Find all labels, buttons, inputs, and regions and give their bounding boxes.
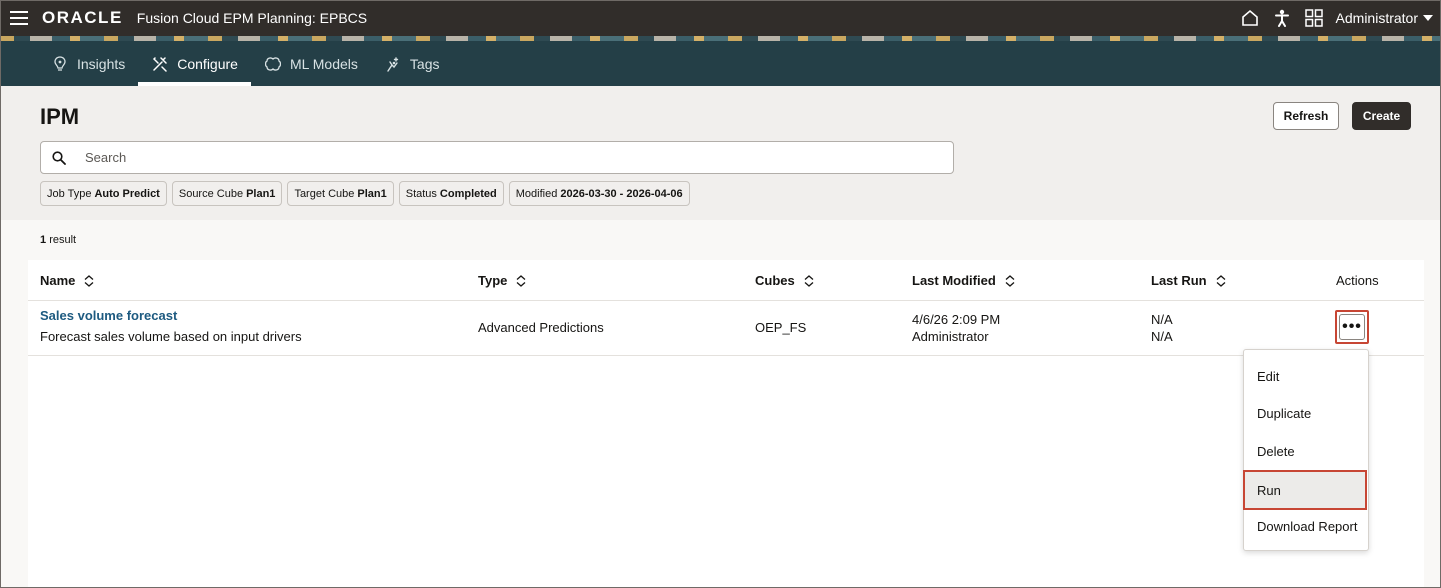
column-header-last-run[interactable]: Last Run <box>1151 260 1226 301</box>
caret-down-icon <box>1423 15 1433 21</box>
column-label: Last Run <box>1151 273 1207 288</box>
sort-icon[interactable] <box>1216 274 1226 287</box>
column-label: Type <box>478 273 508 288</box>
column-header-cubes[interactable]: Cubes <box>755 260 814 301</box>
tab-tags[interactable]: Tags <box>371 41 453 86</box>
column-label: Last Modified <box>912 273 996 288</box>
column-label: Name <box>40 273 76 288</box>
menu-item-edit[interactable]: Edit <box>1244 357 1368 395</box>
oracle-logo[interactable]: ORACLE <box>42 8 123 28</box>
actions-menu: Edit Duplicate Delete Download Report <box>1243 349 1369 551</box>
menu-item-run[interactable]: Run <box>1243 470 1367 510</box>
result-count: 1 result <box>40 234 77 246</box>
results-table: Name Type Cubes Last Modified Last Run A… <box>28 260 1424 588</box>
row-modified-date: 4/6/26 2:09 PM <box>912 312 1001 327</box>
row-cubes: OEP_FS <box>755 320 807 335</box>
home-icon[interactable] <box>1234 0 1266 36</box>
chip-key: Modified <box>515 187 558 200</box>
row-type: Advanced Predictions <box>478 320 604 335</box>
column-header-type[interactable]: Type <box>478 260 526 301</box>
row-actions-button[interactable]: ••• <box>1335 310 1369 344</box>
page-title: IPM <box>40 104 80 129</box>
divider <box>28 300 1424 301</box>
row-modified-by: Administrator <box>912 329 989 344</box>
refresh-button[interactable]: Refresh <box>1273 102 1339 130</box>
filter-chip-job-type[interactable]: Job Type Auto Predict <box>40 181 167 206</box>
chip-key: Source Cube <box>178 187 244 200</box>
row-last-run: N/A <box>1151 312 1173 327</box>
column-header-name[interactable]: Name <box>40 260 94 301</box>
row-last-run-by: N/A <box>1151 329 1173 344</box>
sparkle-person-icon <box>384 55 402 73</box>
filter-chip-status[interactable]: Status Completed <box>398 181 504 206</box>
chip-value: Auto Predict <box>94 187 160 200</box>
tab-label: ML Models <box>289 55 358 72</box>
tab-label: Tags <box>409 55 440 72</box>
main-nav: Insights Configure ML Models Tags <box>0 41 1441 86</box>
filter-chip-target-cube[interactable]: Target Cube Plan1 <box>287 181 394 206</box>
apps-grid-icon[interactable] <box>1298 0 1330 36</box>
chip-key: Target Cube <box>294 187 355 200</box>
column-header-last-modified[interactable]: Last Modified <box>912 260 1015 301</box>
page-header: IPM Refresh Create Job TypeAuto Predict … <box>0 86 1441 220</box>
divider <box>28 355 1424 356</box>
tab-configure[interactable]: Configure <box>138 41 251 86</box>
user-name: Administrator <box>1335 10 1418 26</box>
results-area: 1 result Name Type Cubes Last Modified L… <box>0 220 1441 588</box>
tab-insights[interactable]: Insights <box>38 41 138 86</box>
lightbulb-pin-icon <box>51 55 69 73</box>
tab-label: Insights <box>77 55 126 72</box>
accessibility-person-icon[interactable] <box>1266 0 1298 36</box>
chip-value: Plan1 <box>246 187 276 200</box>
tab-ml-models[interactable]: ML Models <box>251 41 371 86</box>
tab-label: Configure <box>177 55 238 72</box>
tools-icon <box>151 55 169 73</box>
chip-value: Completed <box>439 187 497 200</box>
menu-item-download-report[interactable]: Download Report <box>1244 507 1368 545</box>
top-bar: ORACLE Fusion Cloud EPM Planning: EPBCS … <box>0 0 1441 36</box>
chip-value: 2026-03-30 - 2026-04-06 <box>560 187 683 200</box>
search-input[interactable] <box>85 150 885 165</box>
sort-icon[interactable] <box>516 274 526 287</box>
create-button[interactable]: Create <box>1352 102 1411 130</box>
search-box <box>40 141 954 174</box>
chip-key: Job Type <box>47 187 92 200</box>
search-icon <box>41 150 77 165</box>
brain-icon <box>264 55 282 73</box>
row-name-link[interactable]: Sales volume forecast <box>40 307 177 324</box>
column-label: Cubes <box>755 273 795 288</box>
sort-icon[interactable] <box>1005 274 1015 287</box>
filter-chip-modified[interactable]: Modified 2026-03-30 - 2026-04-06 <box>508 181 690 206</box>
sort-icon[interactable] <box>804 274 814 287</box>
app-title: Fusion Cloud EPM Planning: EPBCS <box>136 10 368 26</box>
menu-item-duplicate[interactable]: Duplicate <box>1244 394 1368 432</box>
filter-chip-source-cube[interactable]: Source Cube Plan1 <box>171 181 283 206</box>
hamburger-menu-icon[interactable] <box>0 0 38 36</box>
row-description: Forecast sales volume based on input dri… <box>40 329 302 344</box>
column-label: Actions <box>1336 273 1379 288</box>
filter-chips: Job Type Auto Predict Source Cube Plan1 Ta… <box>40 181 690 206</box>
more-options-icon: ••• <box>1339 314 1365 340</box>
chip-value: Plan1 <box>357 187 387 200</box>
sort-icon[interactable] <box>84 274 94 287</box>
user-menu[interactable]: Administrator <box>1336 10 1433 26</box>
chip-key: Status <box>405 187 437 200</box>
column-header-actions: Actions <box>1336 260 1379 301</box>
menu-item-delete[interactable]: Delete <box>1244 432 1368 470</box>
